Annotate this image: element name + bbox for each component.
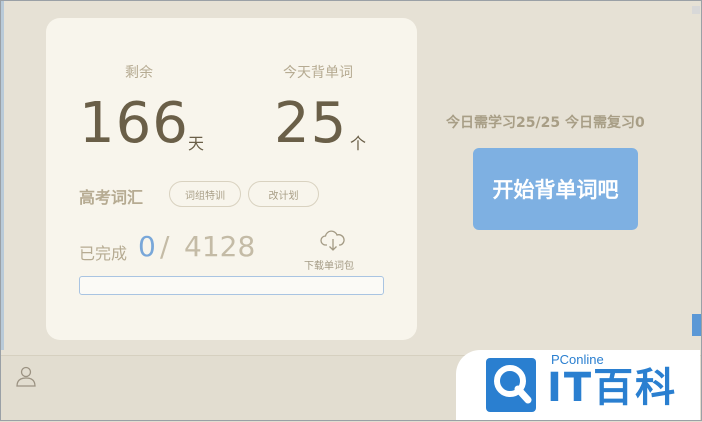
watermark-brand-big: IT百科 xyxy=(547,365,678,411)
today-words-value: 25 xyxy=(274,91,348,156)
cloud-download-icon[interactable] xyxy=(320,230,346,252)
completed-label: 已完成 xyxy=(79,244,128,263)
remaining-days-unit: 天 xyxy=(188,134,205,153)
today-words-unit: 个 xyxy=(350,134,367,153)
completed-count: 0 xyxy=(138,230,156,263)
progress-bar xyxy=(79,276,384,295)
word-book-title: 高考词汇 xyxy=(79,188,144,207)
change-plan-button[interactable]: 改计划 xyxy=(248,181,319,207)
pconline-logo-icon xyxy=(486,358,536,412)
plan-card: 剩余 166 天 今天背单词 25 个 高考词汇 词组特训 改计划 已完成 0 … xyxy=(46,18,417,340)
total-word-count: 4128 xyxy=(184,230,256,263)
daily-plan-summary: 今日需学习25/25 今日需复习0 xyxy=(446,115,645,131)
remaining-days-label: 剩余 xyxy=(125,65,153,81)
completed-separator: / xyxy=(160,230,170,263)
user-icon[interactable] xyxy=(14,364,38,388)
corner-mark xyxy=(692,6,700,14)
side-scroll-tab[interactable] xyxy=(692,314,702,336)
phrase-training-button[interactable]: 词组特训 xyxy=(169,181,241,207)
download-word-pack-link[interactable]: 下载单词包 xyxy=(304,257,354,272)
start-learning-button[interactable]: 开始背单词吧 xyxy=(473,148,638,230)
window-left-edge xyxy=(0,0,4,350)
remaining-days-value: 166 xyxy=(79,91,189,156)
today-words-label: 今天背单词 xyxy=(283,65,353,81)
